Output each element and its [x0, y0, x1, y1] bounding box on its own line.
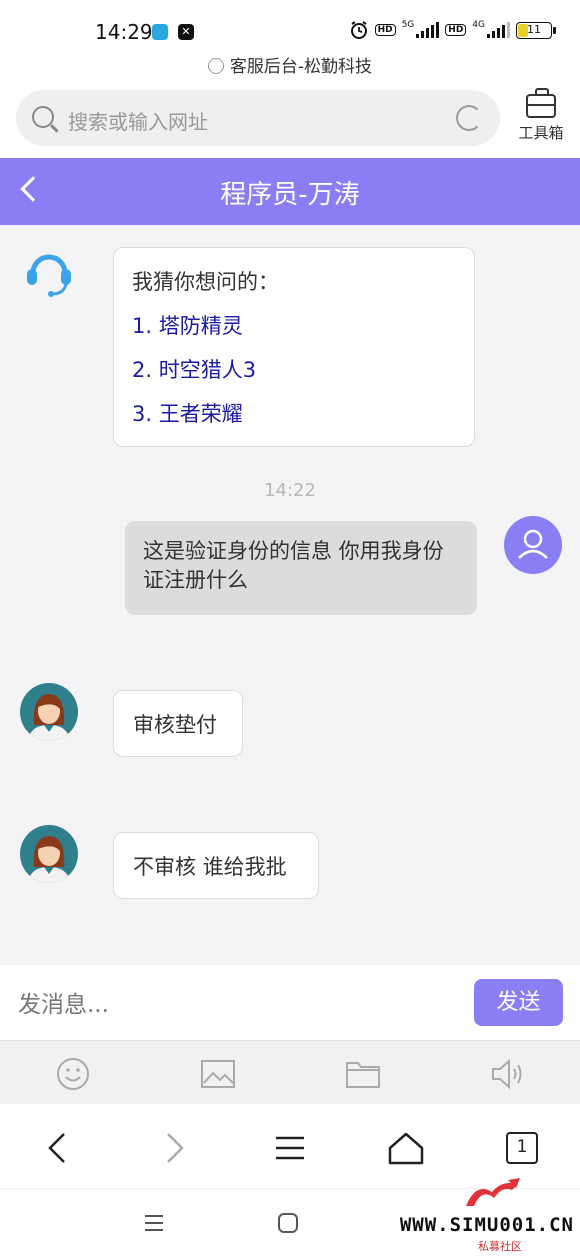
suggestion-link-1[interactable]: 1. 塔防精灵	[132, 310, 456, 340]
suggestion-link-3[interactable]: 3. 王者荣耀	[132, 398, 456, 428]
message-input-bar: 发消息... 发送	[0, 965, 580, 1040]
suggestion-intro: 我猜你想问的：	[132, 270, 279, 294]
folder-icon[interactable]	[345, 1057, 381, 1091]
user-avatar[interactable]	[504, 516, 562, 574]
watermark-text: WWW.SIMU001.CN	[399, 1214, 574, 1236]
suggestion-bubble: 我猜你想问的： 1. 塔防精灵 2. 时空猎人3 3. 王者荣耀	[113, 247, 475, 447]
watermark: WWW.SIMU001.CN 私募社区	[400, 1172, 574, 1254]
alarm-icon	[350, 21, 367, 39]
status-time: 14:29	[95, 20, 153, 44]
battery-icon: 11	[516, 21, 556, 39]
staff-avatar-icon	[28, 694, 70, 741]
network-4g-label: 4G	[472, 20, 485, 30]
message-timestamp: 14:22	[264, 480, 316, 501]
url-search-box[interactable]: 搜索或输入网址	[16, 90, 500, 146]
staff-avatar-icon-2	[28, 836, 70, 883]
app-notification-icon	[152, 24, 168, 40]
toolbox-button[interactable]: 工具箱	[516, 88, 566, 143]
chat-tools-bar	[0, 1040, 580, 1104]
staff-avatar[interactable]	[20, 683, 78, 741]
watermark-subtext: 私募社区	[478, 1240, 522, 1253]
chat-header: 程序员-万涛	[0, 158, 580, 225]
my-message-bubble: 这是验证身份的信息 你用我身份证注册什么	[125, 521, 477, 615]
capcut-notification-icon: ✕	[178, 24, 194, 40]
voice-icon[interactable]	[490, 1057, 526, 1091]
home-icon[interactable]	[386, 1128, 426, 1168]
chat-title: 程序员-万涛	[220, 180, 360, 210]
message-input[interactable]: 发消息...	[18, 985, 109, 1019]
reload-icon[interactable]	[456, 105, 482, 131]
staff-avatar-2[interactable]	[20, 825, 78, 883]
suggestion-link-2[interactable]: 2. 时空猎人3	[132, 354, 456, 384]
recents-icon[interactable]	[142, 1211, 166, 1235]
browser-toolbar: 搜索或输入网址 工具箱	[0, 84, 580, 158]
page-host-label: 客服后台-松勤科技	[0, 54, 580, 84]
staff-message-text-1: 审核垫付	[133, 713, 217, 737]
page-host-text: 客服后台-松勤科技	[229, 57, 373, 77]
url-placeholder: 搜索或输入网址	[68, 110, 208, 134]
browser-forward-icon[interactable]	[154, 1128, 194, 1168]
status-bar: 14:29 ✕ HD 5G HD 4G 11	[0, 0, 580, 62]
battery-level: 11	[527, 22, 541, 36]
user-icon	[518, 529, 548, 559]
customer-service-avatar-icon	[27, 254, 71, 297]
network-5g-label: 5G	[401, 20, 415, 30]
hd-badge: HD	[374, 24, 396, 36]
status-indicators: HD 5G HD 4G 11	[349, 20, 556, 40]
browser-back-icon[interactable]	[38, 1128, 78, 1168]
search-icon	[32, 106, 54, 128]
staff-message-text-2: 不审核 谁给我批	[133, 855, 287, 879]
menu-icon[interactable]	[270, 1128, 310, 1168]
staff-message-bubble-2: 不审核 谁给我批	[113, 832, 319, 899]
my-message-text: 这是验证身份的信息 你用我身份证注册什么	[143, 539, 444, 592]
toolbox-icon	[526, 88, 556, 118]
emoji-icon[interactable]	[55, 1057, 91, 1091]
send-button[interactable]: 发送	[474, 979, 563, 1026]
tabs-count: 1	[506, 1132, 538, 1164]
signal-5g-icon	[416, 22, 440, 38]
tabs-button[interactable]: 1	[502, 1128, 542, 1168]
toolbox-label: 工具箱	[518, 124, 564, 142]
system-home-icon[interactable]	[276, 1211, 300, 1235]
globe-icon	[207, 58, 224, 74]
signal-4g-icon	[487, 22, 510, 38]
hd-badge-2: HD	[445, 24, 467, 36]
image-icon[interactable]	[200, 1057, 236, 1091]
chat-messages[interactable]: 我猜你想问的： 1. 塔防精灵 2. 时空猎人3 3. 王者荣耀 14:22 这…	[0, 225, 580, 965]
watermark-logo-icon	[466, 1178, 520, 1206]
staff-message-bubble-1: 审核垫付	[113, 690, 243, 757]
